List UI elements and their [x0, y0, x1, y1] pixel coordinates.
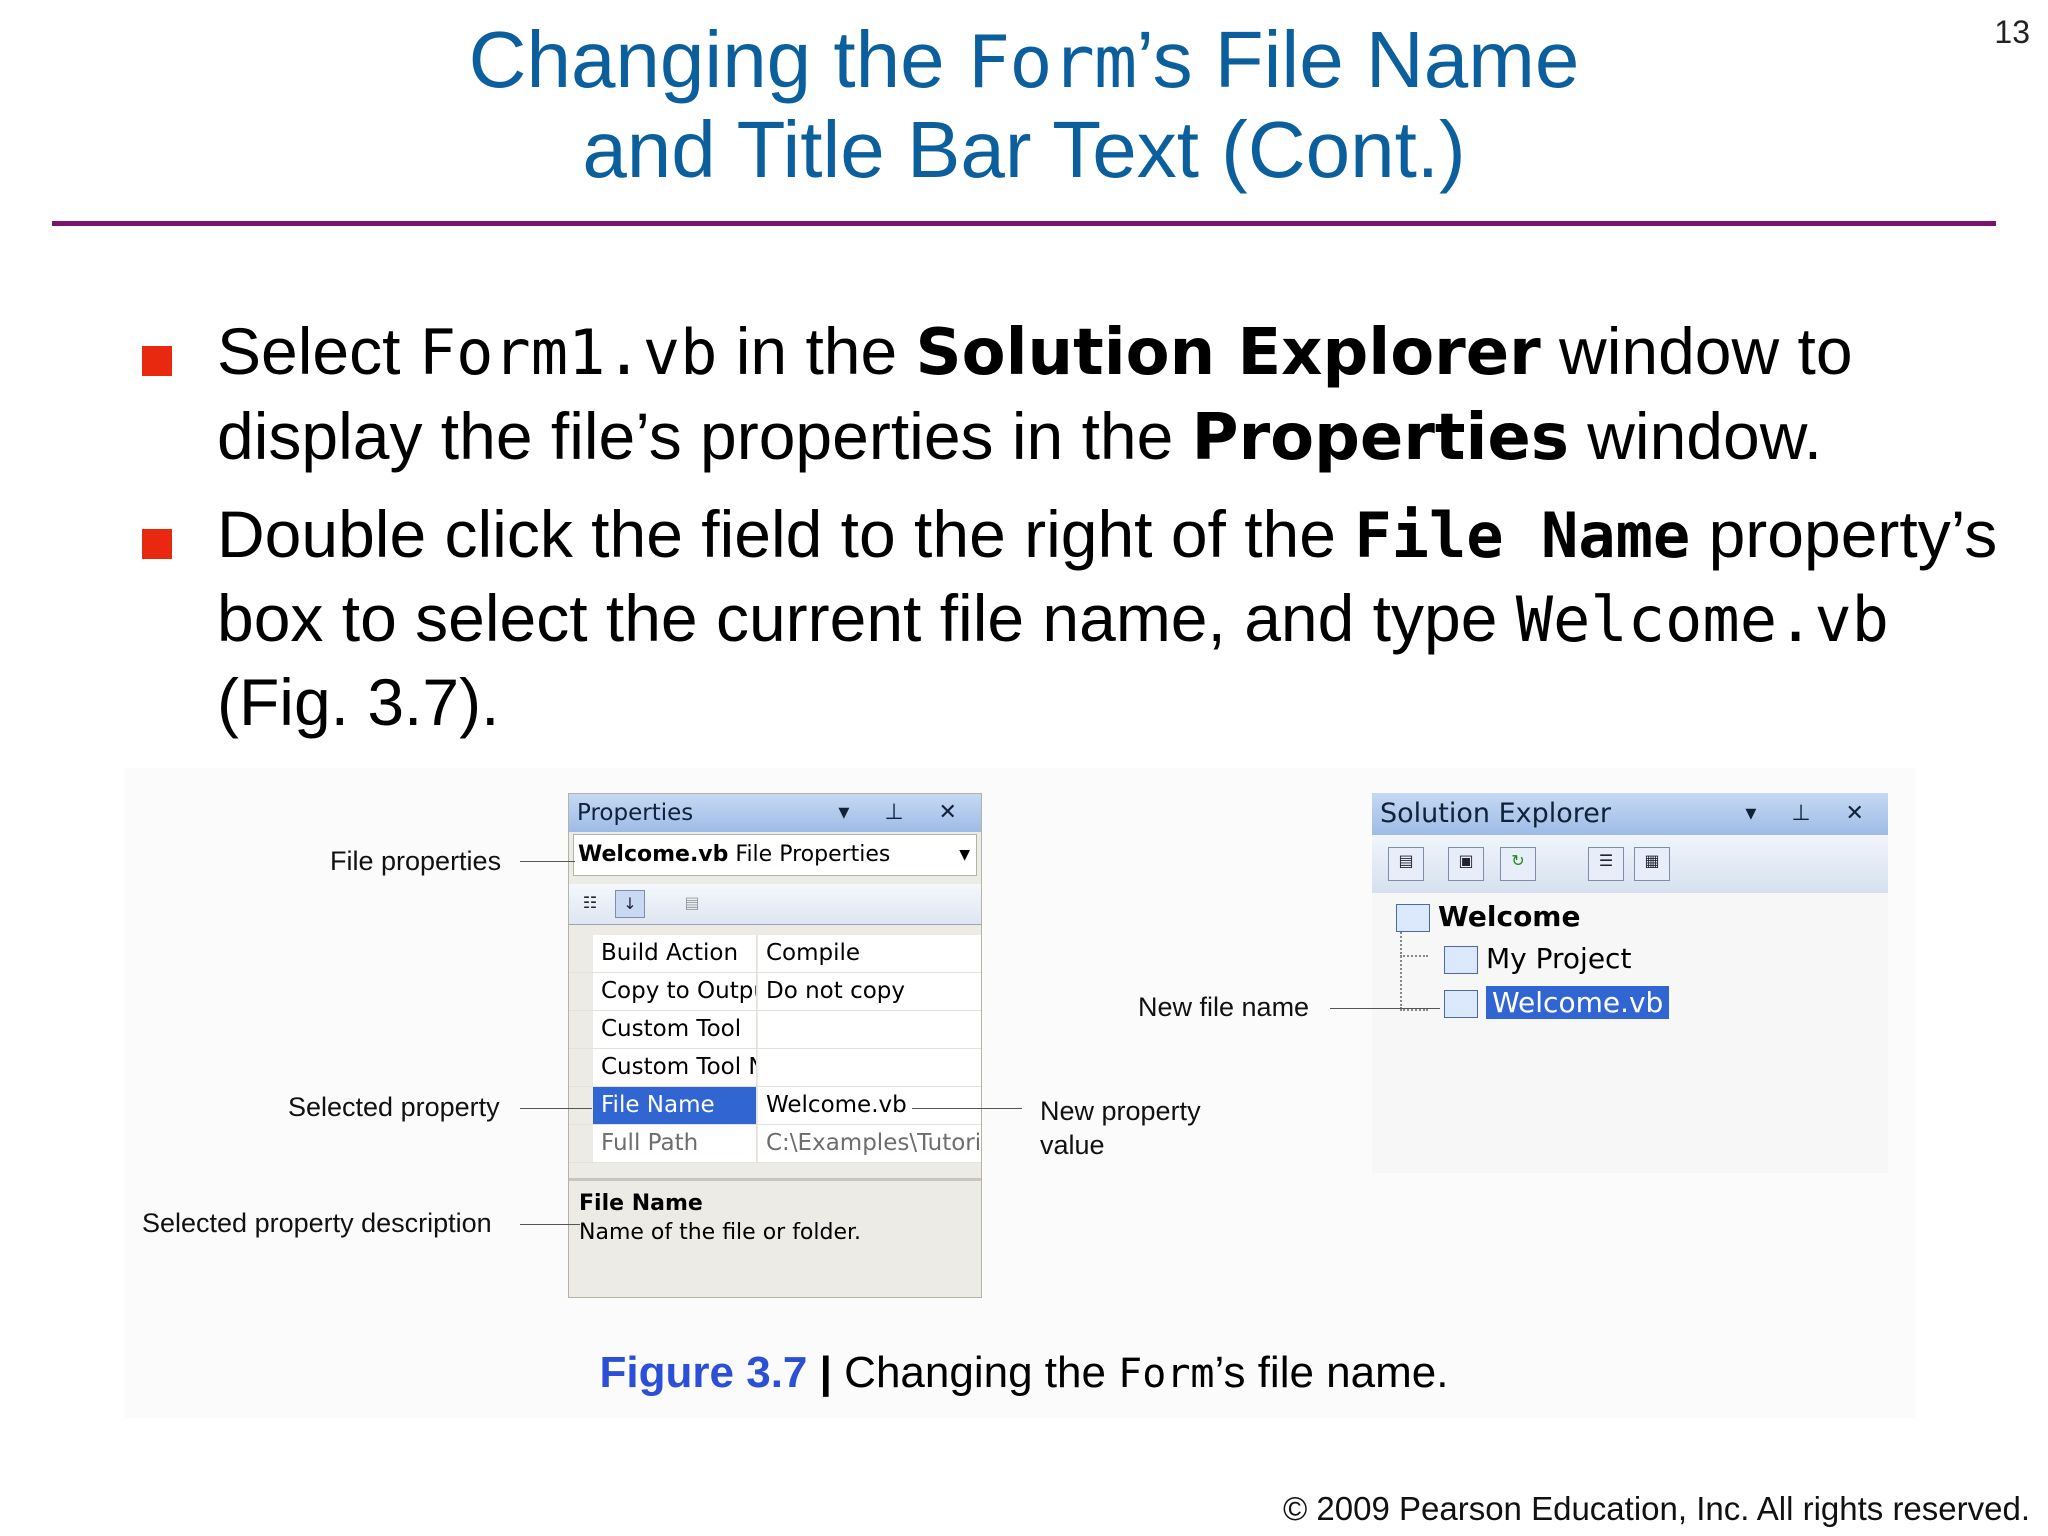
bullet-text: window. — [1568, 399, 1823, 473]
property-value[interactable] — [758, 1049, 981, 1086]
property-row[interactable]: Custom Tool — [569, 1011, 981, 1049]
bullet-list: Select Form1.vb in the Solution Explorer… — [142, 310, 2002, 757]
bullet-code: File Name — [1354, 499, 1691, 572]
solution-tree: Welcome My Project Welcome.vb — [1372, 893, 1888, 1173]
description-title: File Name — [579, 1191, 703, 1216]
bullet-text: Double click the field to the right of t… — [217, 497, 1355, 571]
property-value[interactable]: Compile — [758, 935, 981, 972]
caption-code: Form — [1118, 1351, 1215, 1397]
bullet-bold: Properties — [1191, 401, 1569, 475]
callout-leader — [520, 1224, 580, 1225]
view-code-icon[interactable]: ☰ — [1588, 847, 1624, 881]
callout-selected-property: Selected property — [288, 1092, 500, 1122]
property-key: Custom Tool N — [593, 1049, 757, 1086]
property-value[interactable]: C:\Examples\Tutoria — [758, 1125, 981, 1162]
bullet-item: Double click the field to the right of t… — [142, 493, 2002, 744]
bullet-code: Form1.vb — [418, 316, 718, 389]
bullet-bold: Solution Explorer — [915, 316, 1541, 390]
object-selector[interactable]: Welcome.vb File Properties ▼ — [573, 834, 977, 876]
my-project-icon — [1444, 946, 1478, 974]
show-all-files-icon[interactable]: ▣ — [1448, 847, 1484, 881]
figure-caption: Figure 3.7 | Changing the Form’s file na… — [0, 1348, 2048, 1398]
property-value[interactable]: Do not copy — [758, 973, 981, 1010]
bullet-text: in the — [717, 314, 916, 388]
property-row[interactable]: Custom Tool N — [569, 1049, 981, 1087]
slide-title: Changing the Form’s File Name and Title … — [0, 16, 2048, 194]
refresh-icon[interactable]: ↻ — [1500, 847, 1536, 881]
tree-node-welcome-vb[interactable]: Welcome.vb — [1444, 983, 1670, 1023]
callout-leader — [1330, 1008, 1440, 1009]
figure-label: Figure 3.7 — [599, 1348, 808, 1397]
bullet-text: (Fig. 3.7). — [217, 665, 500, 739]
title-code: Form — [966, 20, 1137, 104]
file-name-field[interactable]: Welcome.vb — [758, 1087, 981, 1124]
callout-new-file-name: New file name — [1138, 992, 1310, 1022]
property-pages-icon[interactable]: ▤ — [677, 890, 707, 918]
tree-node-my-project[interactable]: My Project — [1444, 939, 1631, 979]
callout-leader — [520, 1108, 592, 1109]
title-line-2: and Title Bar Text (Cont.) — [582, 105, 1466, 194]
properties-title: Properties — [577, 800, 694, 826]
bullet-square-icon — [142, 529, 172, 559]
tree-node-welcome[interactable]: Welcome — [1396, 897, 1580, 937]
view-designer-icon[interactable]: ▦ — [1634, 847, 1670, 881]
property-key: Build Action — [593, 935, 757, 972]
node-label: Welcome — [1438, 900, 1581, 933]
solution-explorer-toolbar: ▤ ▣ ↻ ☰ ▦ — [1372, 835, 1888, 895]
callout-file-properties: File properties — [330, 846, 502, 876]
properties-icon[interactable]: ▤ — [1388, 847, 1424, 881]
window-controls-icon[interactable]: ▾ ⊥ ✕ — [1745, 793, 1878, 835]
caption-text: Changing the — [831, 1348, 1119, 1397]
callout-leader — [520, 861, 575, 862]
property-key: Full Path — [593, 1125, 757, 1162]
property-value[interactable] — [758, 1011, 981, 1048]
properties-toolbar: ☷ ↓ ▤ — [569, 884, 981, 925]
bullet-code: Welcome.vb — [1515, 583, 1890, 656]
categorized-icon[interactable]: ☷ — [575, 890, 605, 918]
title-text: ’s File Name — [1136, 15, 1580, 104]
alphabetical-icon[interactable]: ↓ — [615, 890, 645, 918]
caption-separator: | — [819, 1348, 832, 1397]
property-key: Copy to Output — [593, 973, 757, 1010]
property-grid: Build ActionCompile Copy to OutputDo not… — [569, 935, 981, 1163]
property-row[interactable]: Build Action Compile — [569, 935, 981, 973]
solution-explorer-title: Solution Explorer — [1380, 798, 1611, 829]
copyright-notice: © 2009 Pearson Education, Inc. All right… — [1282, 1490, 2030, 1527]
callout-selected-property-description: Selected property description — [142, 1208, 492, 1238]
callout-new-property-value: New property value — [1040, 1094, 1201, 1162]
object-name: Welcome.vb — [578, 842, 729, 867]
dropdown-arrow-icon[interactable]: ▼ — [959, 835, 970, 875]
property-row[interactable]: Copy to OutputDo not copy — [569, 973, 981, 1011]
object-type: File Properties — [735, 842, 891, 867]
bullet-item: Select Form1.vb in the Solution Explorer… — [142, 310, 2002, 480]
node-label: Welcome.vb — [1486, 986, 1670, 1019]
property-description: File Name Name of the file or folder. — [569, 1178, 981, 1297]
bullet-square-icon — [142, 346, 172, 376]
title-text: Changing the — [468, 15, 967, 104]
property-row[interactable]: Full Path C:\Examples\Tutoria — [569, 1125, 981, 1163]
form-file-icon — [1444, 990, 1478, 1018]
caption-text: ’s file name. — [1214, 1348, 1449, 1397]
property-row-selected[interactable]: File Name Welcome.vb — [569, 1087, 981, 1125]
bullet-text: Select — [217, 314, 419, 388]
solution-explorer-title-bar: Solution Explorer ▾ ⊥ ✕ — [1372, 793, 1888, 835]
node-label: My Project — [1486, 942, 1632, 975]
properties-title-bar: Properties ▾ ⊥ ✕ — [569, 794, 981, 832]
title-divider — [52, 221, 1996, 226]
description-text: Name of the file or folder. — [579, 1220, 862, 1245]
property-key: Custom Tool — [593, 1011, 757, 1048]
callout-leader — [912, 1108, 1022, 1109]
project-icon — [1396, 904, 1430, 932]
title-line-1: Changing the Form’s File Name — [0, 16, 2048, 106]
property-key: File Name — [593, 1087, 757, 1124]
window-controls-icon[interactable]: ▾ ⊥ ✕ — [838, 794, 971, 832]
callout-text: value — [1040, 1130, 1105, 1160]
properties-window: Properties ▾ ⊥ ✕ Welcome.vb File Propert… — [568, 793, 982, 1298]
callout-text: New property — [1040, 1096, 1201, 1126]
solution-explorer-window: Solution Explorer ▾ ⊥ ✕ ▤ ▣ ↻ ☰ ▦ Welcom… — [1372, 793, 1888, 1173]
